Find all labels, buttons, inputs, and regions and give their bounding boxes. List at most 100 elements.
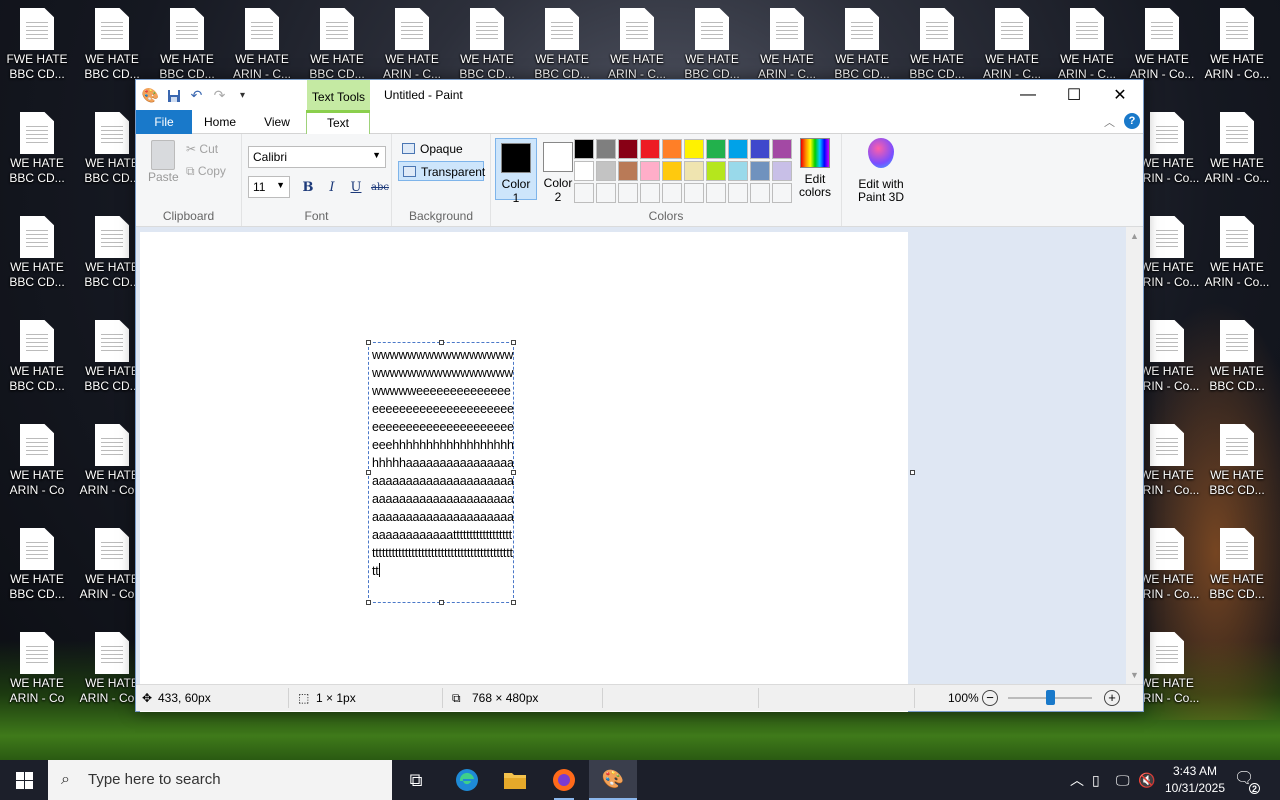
palette-color-swatch[interactable] (750, 161, 770, 181)
desktop-file-icon[interactable]: WE HATE ARIN - Co (2, 624, 72, 722)
cut-button[interactable]: ✂ Cut (186, 142, 218, 156)
scroll-down-icon[interactable]: ▼ (1130, 670, 1139, 680)
resize-handle[interactable] (366, 600, 371, 605)
palette-color-swatch[interactable] (618, 183, 638, 203)
underline-button[interactable]: U (346, 178, 366, 198)
paint-app-icon[interactable]: 🎨 (142, 87, 159, 104)
collapse-ribbon-icon[interactable]: ︿ (1104, 114, 1115, 130)
tab-text[interactable]: Text (306, 110, 370, 135)
palette-color-swatch[interactable] (662, 139, 682, 159)
copy-button[interactable]: ⧉ Copy (186, 164, 226, 179)
palette-color-swatch[interactable] (574, 183, 594, 203)
firefox-icon[interactable] (540, 760, 588, 800)
tab-view[interactable]: View (248, 110, 306, 134)
palette-color-swatch[interactable] (662, 183, 682, 203)
desktop-file-icon[interactable]: WE HATE ARIN - Co... (1202, 104, 1272, 202)
palette-color-swatch[interactable] (574, 161, 594, 181)
help-icon[interactable]: ? (1124, 113, 1140, 129)
edge-icon[interactable] (443, 760, 491, 800)
text-box[interactable]: wwwwwwwwwwwwwwwwwwwwwwwwwwwwwwwwwwwwweee… (366, 340, 516, 605)
palette-color-swatch[interactable] (662, 161, 682, 181)
volume-muted-icon[interactable]: 🔇 (1138, 772, 1158, 789)
minimize-button[interactable]: — (1005, 80, 1051, 110)
title-bar[interactable]: 🎨 ↶ ↷ ▾ Text Tools Untitled - Paint — ☐ … (136, 80, 1143, 110)
paste-button[interactable]: Paste (148, 140, 179, 184)
palette-color-swatch[interactable] (574, 139, 594, 159)
zoom-in-button[interactable]: + (1104, 690, 1120, 706)
palette-color-swatch[interactable] (684, 183, 704, 203)
italic-button[interactable]: I (322, 178, 342, 198)
palette-color-swatch[interactable] (772, 183, 792, 203)
palette-color-swatch[interactable] (640, 161, 660, 181)
opaque-button[interactable]: Opaque (398, 139, 484, 159)
resize-handle[interactable] (511, 340, 516, 345)
undo-icon[interactable]: ↶ (188, 87, 205, 104)
desktop-file-icon[interactable]: WE HATE BBC CD... (2, 208, 72, 306)
palette-color-swatch[interactable] (640, 183, 660, 203)
clock[interactable]: 3:43 AM 10/31/2025 (1160, 763, 1230, 797)
canvas-resize-handle[interactable] (910, 470, 915, 475)
show-hidden-icons-icon[interactable]: ︿ (1070, 770, 1088, 790)
scroll-up-icon[interactable]: ▲ (1130, 231, 1139, 241)
maximize-button[interactable]: ☐ (1051, 80, 1097, 110)
redo-icon[interactable]: ↷ (211, 87, 228, 104)
palette-color-swatch[interactable] (728, 139, 748, 159)
tab-home[interactable]: Home (192, 110, 248, 134)
desktop-file-icon[interactable]: WE HATE BBC CD... (1202, 416, 1272, 514)
customize-qat-icon[interactable]: ▾ (234, 87, 251, 104)
palette-color-swatch[interactable] (772, 139, 792, 159)
palette-color-swatch[interactable] (750, 139, 770, 159)
desktop-file-icon[interactable]: WE HATE ARIN - Co (2, 416, 72, 514)
battery-icon[interactable]: ▯ (1092, 772, 1116, 789)
start-button[interactable] (0, 760, 48, 800)
font-size-dropdown[interactable]: 11 ▼ (248, 176, 290, 198)
notifications-icon[interactable]: 🗨 2 (1234, 768, 1260, 794)
taskbar-search-box[interactable]: ⌕ Type here to search (48, 760, 392, 800)
resize-handle[interactable] (366, 340, 371, 345)
transparent-button[interactable]: Transparent (398, 161, 485, 181)
vertical-scrollbar[interactable]: ▲ ▼ (1126, 227, 1143, 684)
file-explorer-icon[interactable] (491, 760, 539, 800)
desktop-file-icon[interactable]: WE HATE BBC CD... (2, 520, 72, 618)
desktop-file-icon[interactable]: WE HATE BBC CD... (2, 312, 72, 410)
resize-handle[interactable] (511, 600, 516, 605)
palette-color-swatch[interactable] (684, 161, 704, 181)
resize-handle[interactable] (439, 340, 444, 345)
bold-button[interactable]: B (298, 178, 318, 198)
network-icon[interactable]: 🖵 (1116, 772, 1138, 789)
color2-button[interactable]: Color 2 (537, 138, 579, 204)
desktop-file-icon[interactable]: WE HATE BBC CD... (2, 104, 72, 202)
desktop-file-icon[interactable]: WE HATE ARIN - Co... (1202, 208, 1272, 306)
palette-color-swatch[interactable] (640, 139, 660, 159)
palette-color-swatch[interactable] (618, 161, 638, 181)
palette-color-swatch[interactable] (596, 183, 616, 203)
tab-file[interactable]: File (136, 110, 192, 134)
palette-color-swatch[interactable] (728, 161, 748, 181)
task-view-icon[interactable]: ⧉ (392, 760, 440, 800)
palette-color-swatch[interactable] (618, 139, 638, 159)
palette-color-swatch[interactable] (728, 183, 748, 203)
canvas[interactable]: wwwwwwwwwwwwwwwwwwwwwwwwwwwwwwwwwwwwweee… (140, 232, 915, 712)
resize-handle[interactable] (366, 470, 371, 475)
canvas-area[interactable]: wwwwwwwwwwwwwwwwwwwwwwwwwwwwwwwwwwwwweee… (136, 227, 1126, 712)
edit-colors-button[interactable]: Edit colors (795, 138, 835, 199)
close-button[interactable]: ✕ (1097, 80, 1143, 110)
edit-with-paint3d-button[interactable]: Edit with Paint 3D (846, 138, 916, 204)
desktop-file-icon[interactable]: FWE HATE BBC CD... (2, 0, 72, 98)
palette-color-swatch[interactable] (706, 139, 726, 159)
zoom-out-button[interactable]: − (982, 690, 998, 706)
desktop-file-icon[interactable]: WE HATE BBC CD... (1202, 520, 1272, 618)
font-family-dropdown[interactable]: Calibri ▼ (248, 146, 386, 168)
color1-button[interactable]: Color 1 (495, 138, 537, 205)
palette-color-swatch[interactable] (750, 183, 770, 203)
palette-color-swatch[interactable] (596, 139, 616, 159)
palette-color-swatch[interactable] (706, 161, 726, 181)
text-box-content[interactable]: wwwwwwwwwwwwwwwwwwwwwwwwwwwwwwwwwwwwweee… (372, 346, 514, 580)
palette-color-swatch[interactable] (706, 183, 726, 203)
palette-color-swatch[interactable] (684, 139, 704, 159)
desktop-file-icon[interactable]: WE HATE ARIN - Co... (1202, 0, 1272, 98)
save-icon[interactable] (165, 87, 182, 104)
palette-color-swatch[interactable] (772, 161, 792, 181)
strikethrough-button[interactable]: abc (370, 178, 390, 198)
palette-color-swatch[interactable] (596, 161, 616, 181)
